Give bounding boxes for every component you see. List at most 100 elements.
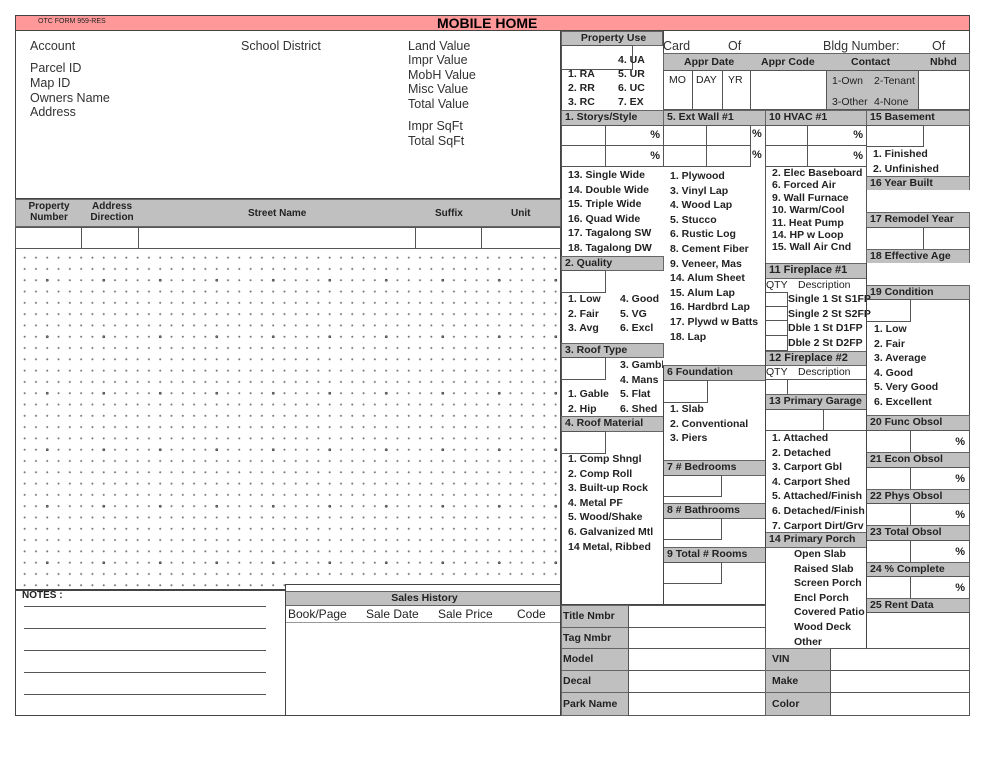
condition-options: 1. Low 2. Fair 3. Average 4. Good 5. Ver…	[874, 322, 938, 410]
phys-obsol-pct[interactable]: %	[910, 503, 970, 526]
total-obsol-pct[interactable]: %	[910, 540, 970, 563]
option-rr: 2. RR	[568, 82, 595, 94]
vin-input[interactable]	[830, 648, 970, 671]
func-obsol-input[interactable]	[866, 430, 911, 453]
year-input[interactable]: YR	[722, 70, 751, 110]
month-input[interactable]: MO	[663, 70, 693, 110]
property-number-input[interactable]	[15, 227, 82, 249]
appr-code-input[interactable]	[750, 70, 827, 110]
storys-pct-2[interactable]: %	[605, 145, 664, 167]
col-code: Code	[517, 607, 546, 621]
quality-option: 3. Avg	[568, 322, 599, 335]
econ-obsol-header: 21 Econ Obsol	[866, 452, 970, 468]
quality-input[interactable]	[561, 270, 606, 293]
contact-other: 3-Other	[832, 96, 868, 108]
ext-wall-input-2[interactable]	[663, 145, 707, 167]
storys-style-header: 1. Storys/Style	[561, 110, 664, 126]
street-name-input[interactable]	[138, 227, 416, 249]
ext-wall-options: 1. Plywood 3. Vinyl Lap 4. Wood Lap 5. S…	[670, 169, 758, 344]
year-built-header: 16 Year Built	[866, 176, 970, 191]
appraisal-header: Appr Date Appr Code Contact Nbhd	[663, 53, 970, 71]
hvac-pct-1[interactable]: %	[807, 125, 867, 146]
percent-sign: %	[752, 149, 762, 161]
option-ur: 5. UR	[618, 68, 645, 80]
percent-sign: %	[955, 509, 965, 521]
quality-option: 6. Excl	[620, 322, 654, 335]
total-obsol-input[interactable]	[866, 540, 911, 563]
card-of-label: Of	[728, 39, 742, 53]
title-nmbr-input[interactable]	[628, 605, 766, 628]
ext-wall-option: 15. Alum Lap	[670, 286, 735, 299]
sales-history-header: Sales History	[286, 591, 560, 606]
econ-obsol-input[interactable]	[866, 467, 911, 490]
func-obsol-header: 20 Func Obsol	[866, 415, 970, 431]
roof-type-option: 6. Shed	[620, 403, 658, 415]
roof-material-option: 3. Built-up Rock	[568, 482, 648, 495]
bldg-of-label: Of	[932, 39, 946, 53]
percent-sign: %	[752, 128, 762, 140]
roof-type-options: 3. Gambl 4. Mans 1. Gable 5. Flat 2. Hip…	[561, 358, 663, 416]
quality-option: 5. VG	[620, 307, 647, 320]
roof-type-option: 5. Flat	[620, 388, 651, 400]
basement-input[interactable]	[866, 125, 924, 147]
parcel-id-label: Parcel ID	[30, 61, 82, 75]
col-suffix: Suffix	[435, 208, 463, 219]
remodel-year-input-2[interactable]	[923, 227, 970, 250]
storys-pct-1[interactable]: %	[605, 125, 664, 146]
complete-header: 24 % Complete	[866, 562, 970, 577]
ext-wall-input-1b[interactable]	[706, 125, 751, 146]
condition-option: 5. Very Good	[874, 381, 939, 394]
econ-obsol-pct[interactable]: %	[910, 467, 970, 490]
percent-sign: %	[955, 473, 965, 485]
phys-obsol-input[interactable]	[866, 503, 911, 526]
hvac-option: 6. Forced Air	[772, 179, 836, 192]
ext-wall-option: 4. Wood Lap	[670, 199, 733, 212]
day-input[interactable]: DAY	[692, 70, 723, 110]
make-input[interactable]	[830, 670, 970, 693]
roof-material-input[interactable]	[561, 431, 606, 454]
ext-wall-input-2b[interactable]	[706, 145, 751, 167]
unit-input[interactable]	[481, 227, 561, 249]
model-input[interactable]	[628, 648, 766, 671]
func-obsol-pct[interactable]: %	[910, 430, 970, 453]
storys-input-2[interactable]	[561, 145, 606, 167]
hvac-input-2[interactable]	[765, 145, 808, 167]
color-input[interactable]	[830, 692, 970, 716]
complete-input[interactable]	[866, 576, 911, 599]
percent-sign: %	[650, 150, 660, 162]
address-direction-input[interactable]	[81, 227, 139, 249]
condition-input[interactable]	[866, 299, 911, 322]
roof-material-option: 2. Comp Roll	[568, 467, 633, 480]
storys-input-1[interactable]	[561, 125, 606, 146]
effective-age-header: 18 Effective Age	[866, 249, 970, 264]
decal-input[interactable]	[628, 670, 766, 693]
suffix-input[interactable]	[415, 227, 482, 249]
hvac-input-1[interactable]	[765, 125, 808, 146]
nbhd-input[interactable]	[918, 70, 970, 110]
year-built-input[interactable]	[866, 190, 970, 213]
rent-data-input[interactable]	[866, 612, 970, 649]
complete-pct[interactable]: %	[910, 576, 970, 599]
day-label: DAY	[696, 74, 717, 86]
ext-wall-option: 17. Plywd w Batts	[670, 315, 759, 328]
park-name-input[interactable]	[628, 692, 766, 716]
tag-nmbr-input[interactable]	[628, 627, 766, 649]
effective-age-input[interactable]	[866, 263, 970, 286]
hvac-option: 10. Warm/Cool	[772, 204, 845, 217]
col-sale-price: Sale Price	[438, 607, 493, 621]
ext-wall-input-1[interactable]	[663, 125, 707, 146]
roof-type-option: 4. Mans	[620, 374, 659, 386]
remodel-year-input-1[interactable]	[866, 227, 924, 250]
contact-none: 4-None	[874, 96, 909, 108]
option-ua: 4. UA	[618, 54, 645, 66]
appr-date-label: Appr Date	[684, 56, 735, 68]
hvac-pct-2[interactable]: %	[807, 145, 867, 167]
hvac-option: 14. HP w Loop	[772, 228, 844, 241]
storys-option: 17. Tagalong SW	[568, 227, 652, 240]
sales-history[interactable]: Sales History Book/Page Sale Date Sale P…	[285, 584, 561, 716]
mo-label: MO	[669, 74, 686, 86]
notes-line	[24, 628, 266, 629]
sketch-grid[interactable]	[15, 249, 561, 590]
contact-options[interactable]: 1-Own 2-Tenant 3-Other 4-None	[826, 70, 919, 110]
notes-area[interactable]: NOTES :	[15, 590, 286, 716]
